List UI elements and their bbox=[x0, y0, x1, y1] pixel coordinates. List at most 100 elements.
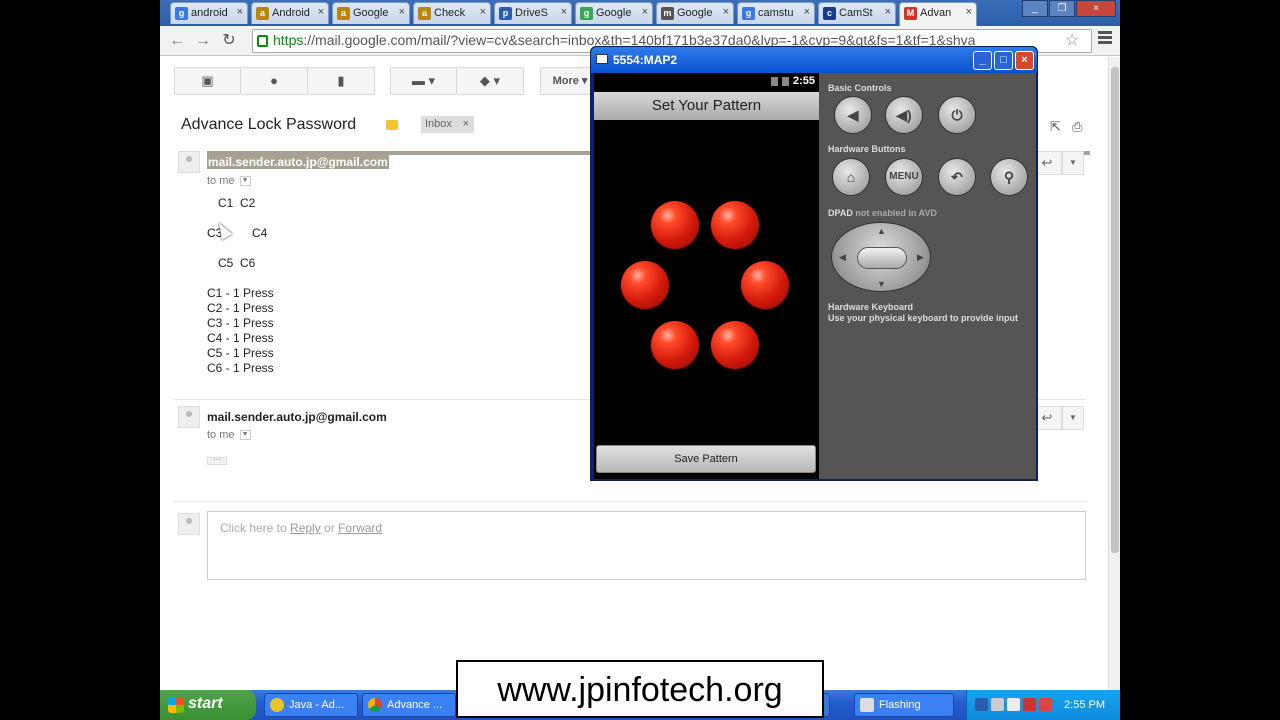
dpad-down-icon[interactable]: ▼ bbox=[877, 279, 886, 289]
browser-tab[interactable]: g android × bbox=[170, 2, 248, 24]
dpad-label: DPAD not enabled in AVD bbox=[828, 208, 937, 218]
gmail-favicon-icon: M bbox=[904, 7, 917, 20]
details-dropdown-icon[interactable]: ▼ bbox=[239, 176, 251, 187]
close-tab-icon[interactable]: × bbox=[480, 6, 486, 18]
close-tab-icon[interactable]: × bbox=[399, 6, 405, 18]
browser-tab[interactable]: c CamSt × bbox=[818, 2, 896, 24]
pattern-dot-c1[interactable] bbox=[651, 201, 699, 249]
browser-tab-active[interactable]: M Advan × bbox=[899, 2, 977, 26]
taskbar-item-chrome[interactable]: Advance ... bbox=[362, 693, 456, 717]
sender-address[interactable]: mail.sender.auto.jp@gmail.com bbox=[207, 155, 389, 169]
tray-clock[interactable]: 2:55 PM bbox=[1064, 699, 1105, 711]
window-icon bbox=[860, 698, 874, 712]
labels-button[interactable]: ◆ ▾ bbox=[457, 67, 524, 95]
report-spam-button[interactable]: ● bbox=[241, 67, 308, 95]
forward-link[interactable]: Forward bbox=[338, 521, 382, 535]
close-tab-icon[interactable]: × bbox=[642, 6, 648, 18]
close-tab-icon[interactable]: × bbox=[723, 6, 729, 18]
close-tab-icon[interactable]: × bbox=[237, 6, 243, 18]
browser-tab[interactable]: g camstu × bbox=[737, 2, 815, 24]
emulator-control-panel: Basic Controls ◀ ◀) ⏻ Hardware Buttons ⌂… bbox=[819, 73, 1036, 479]
power-icon[interactable]: ⏻ bbox=[938, 96, 976, 134]
dpad-center-button[interactable] bbox=[857, 247, 907, 269]
pattern-dot-c4[interactable] bbox=[741, 261, 789, 309]
browser-tab[interactable]: a Google × bbox=[332, 2, 410, 24]
pattern-dot-c6[interactable] bbox=[711, 321, 759, 369]
maximize-icon[interactable]: □ bbox=[994, 51, 1013, 70]
save-pattern-button[interactable]: Save Pattern bbox=[596, 445, 816, 473]
importance-marker-icon[interactable] bbox=[386, 120, 398, 130]
close-icon[interactable]: × bbox=[1015, 51, 1034, 70]
close-tab-icon[interactable]: × bbox=[966, 6, 972, 18]
close-tab-icon[interactable]: × bbox=[885, 6, 891, 18]
scrollbar-thumb[interactable] bbox=[1111, 67, 1119, 553]
back-icon[interactable]: ← bbox=[166, 30, 188, 52]
expand-all-icon[interactable]: ⇱ bbox=[1050, 119, 1061, 135]
details-dropdown-icon[interactable]: ▼ bbox=[239, 430, 251, 441]
task-label: Java - Ad... bbox=[289, 699, 345, 711]
signal-icon bbox=[770, 76, 778, 86]
close-window-icon[interactable]: × bbox=[1076, 0, 1116, 17]
tray-arrow-icon[interactable] bbox=[975, 698, 988, 711]
minimize-icon[interactable]: _ bbox=[973, 51, 992, 70]
tray-network-icon[interactable] bbox=[991, 698, 1004, 711]
archive-icon: ▣ bbox=[201, 73, 214, 88]
taskbar-item-java[interactable]: Java - Ad... bbox=[264, 693, 358, 717]
page-scrollbar[interactable] bbox=[1108, 57, 1120, 690]
home-icon[interactable]: ⌂ bbox=[832, 158, 870, 196]
print-icon[interactable]: ⎙ bbox=[1072, 119, 1082, 135]
volume-up-icon[interactable]: ◀) bbox=[885, 96, 923, 134]
tray-volume-icon[interactable] bbox=[1007, 698, 1020, 711]
press-line: C3 - 1 Press bbox=[207, 316, 274, 330]
tab-label: DriveS bbox=[515, 7, 549, 19]
chrome-menu-icon[interactable] bbox=[1098, 31, 1112, 46]
android-emulator-window: 5554:MAP2 _ □ × 2:55 Set Your Pattern Sa… bbox=[590, 46, 1038, 481]
browser-tab[interactable]: a Check × bbox=[413, 2, 491, 24]
dpad-up-icon[interactable]: ▲ bbox=[877, 226, 886, 236]
restore-icon[interactable]: ❐ bbox=[1049, 0, 1075, 17]
dpad-right-icon[interactable]: ▶ bbox=[917, 252, 924, 263]
close-tab-icon[interactable]: × bbox=[318, 6, 324, 18]
start-button[interactable]: start bbox=[160, 690, 256, 720]
browser-tab[interactable]: g Google × bbox=[575, 2, 653, 24]
forward-icon[interactable]: → bbox=[192, 30, 214, 52]
back-icon[interactable]: ↶ bbox=[938, 158, 976, 196]
quick-reply-box[interactable]: Click here to Reply or Forward bbox=[207, 511, 1086, 580]
avatar bbox=[178, 513, 200, 535]
search-icon[interactable]: ⚲ bbox=[990, 158, 1028, 196]
emulator-title-bar[interactable]: 5554:MAP2 _ □ × bbox=[591, 47, 1037, 73]
close-tab-icon[interactable]: × bbox=[561, 6, 567, 18]
message-menu-icon[interactable]: ▼ bbox=[1062, 406, 1084, 430]
browser-tab[interactable]: a Android × bbox=[251, 2, 329, 24]
dpad-control[interactable]: ▲ ▼ ◀ ▶ bbox=[831, 222, 931, 292]
browser-tab[interactable]: p DriveS × bbox=[494, 2, 572, 24]
tab-favicon-icon: g bbox=[742, 7, 755, 20]
reply-link[interactable]: Reply bbox=[290, 521, 321, 535]
move-to-button[interactable]: ▬ ▾ bbox=[390, 67, 457, 95]
close-tab-icon[interactable]: × bbox=[804, 6, 810, 18]
recipient-line[interactable]: to me ▼ bbox=[207, 429, 251, 441]
pattern-dot-c2[interactable] bbox=[711, 201, 759, 249]
pattern-row: C5 C6 bbox=[218, 256, 256, 270]
keyboard-note: Use your physical keyboard to provide in… bbox=[828, 313, 1019, 323]
message-menu-icon[interactable]: ▼ bbox=[1062, 151, 1084, 175]
reload-icon[interactable]: ↻ bbox=[218, 30, 240, 52]
pattern-dot-c5[interactable] bbox=[651, 321, 699, 369]
bookmark-star-icon[interactable]: ☆ bbox=[1065, 30, 1079, 50]
minimize-icon[interactable]: _ bbox=[1022, 0, 1048, 17]
pattern-dot-c3[interactable] bbox=[621, 261, 669, 309]
recipient-line[interactable]: to me ▼ bbox=[207, 175, 251, 187]
dpad-left-icon[interactable]: ◀ bbox=[839, 252, 846, 263]
menu-button[interactable]: MENU bbox=[885, 158, 923, 196]
tray-app-icon[interactable] bbox=[1039, 698, 1052, 711]
archive-button[interactable]: ▣ bbox=[174, 67, 241, 95]
taskbar-item-flashing[interactable]: Flashing bbox=[854, 693, 954, 717]
volume-down-icon[interactable]: ◀ bbox=[834, 96, 872, 134]
tray-app-icon[interactable] bbox=[1023, 698, 1036, 711]
remove-label-icon[interactable]: × bbox=[463, 118, 469, 130]
delete-button[interactable]: ▮ bbox=[308, 67, 375, 95]
phone-screen: 2:55 Set Your Pattern Save Pattern bbox=[594, 73, 819, 479]
sender-address[interactable]: mail.sender.auto.jp@gmail.com bbox=[207, 410, 387, 424]
browser-tab[interactable]: m Google × bbox=[656, 2, 734, 24]
show-trimmed-content-button[interactable]: ··· bbox=[207, 456, 227, 465]
